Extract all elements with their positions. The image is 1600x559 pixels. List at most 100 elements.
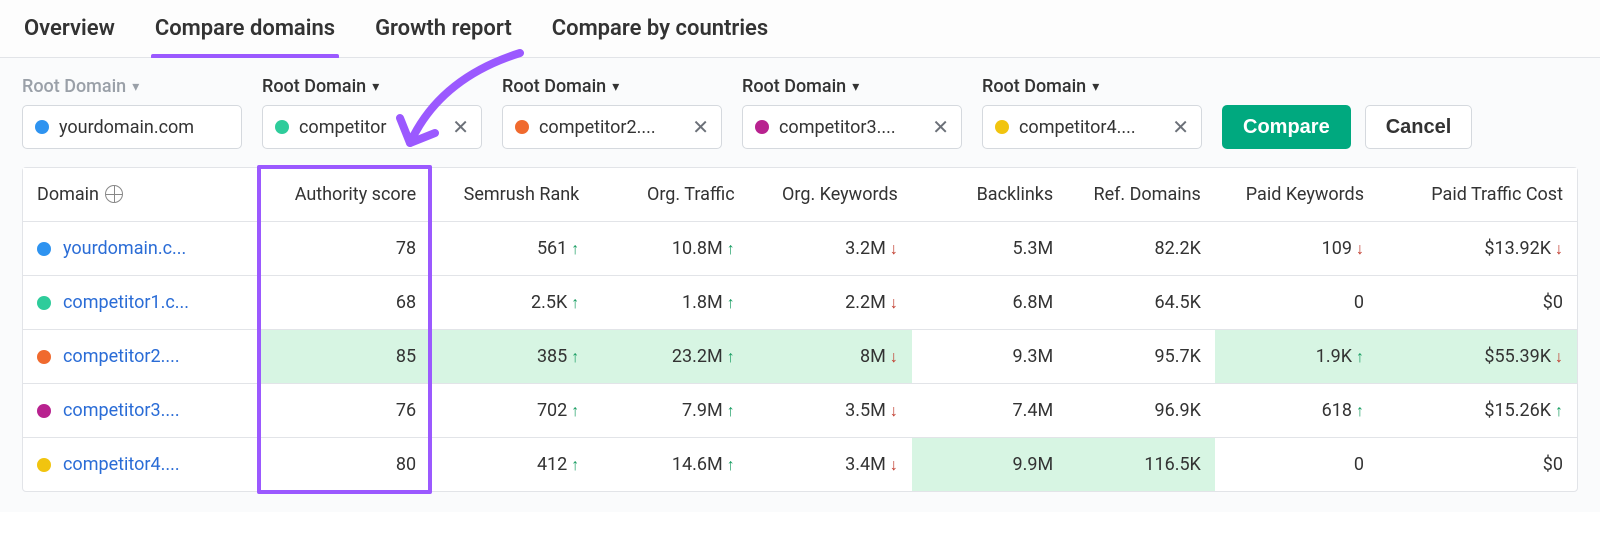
cell-paid_cost: $0: [1378, 438, 1577, 491]
cell-value: 7.4M: [1013, 400, 1054, 421]
arrow-down-icon: ↓: [890, 239, 898, 258]
col-header-org-keywords[interactable]: Org. Keywords: [749, 168, 912, 222]
domain-cell[interactable]: competitor1.c...: [23, 276, 259, 330]
root-domain-dropdown[interactable]: Root Domain▾: [22, 76, 242, 97]
domain-chip-2[interactable]: competitor2....✕: [502, 105, 722, 149]
tab-compare-by-countries[interactable]: Compare by countries: [550, 10, 770, 57]
filter-actions: Compare Cancel: [1222, 105, 1472, 149]
col-header-authority-score[interactable]: Authority score: [259, 168, 430, 222]
tab-growth-report[interactable]: Growth report: [373, 10, 514, 57]
cell-paid_kw: 0: [1215, 276, 1378, 330]
arrow-down-icon: ↓: [890, 293, 898, 312]
tab-compare-domains[interactable]: Compare domains: [153, 10, 337, 57]
cell-value: 3.5M: [845, 400, 886, 421]
close-icon[interactable]: ✕: [692, 117, 709, 137]
cell-traffic: 23.2M↑: [593, 330, 748, 384]
cell-value: 5.3M: [1013, 238, 1054, 259]
color-dot-icon: [515, 120, 529, 134]
col-header-domain[interactable]: Domain: [23, 168, 259, 222]
table-row: yourdomain.c...78561↑10.8M↑3.2M↓5.3M82.2…: [23, 222, 1577, 276]
cell-value: 618: [1322, 400, 1352, 421]
chevron-down-icon: ▾: [612, 79, 619, 95]
compare-button[interactable]: Compare: [1222, 105, 1351, 149]
cancel-button[interactable]: Cancel: [1365, 105, 1473, 149]
color-dot-icon: [37, 404, 51, 418]
cell-value: 2.5K: [531, 292, 567, 313]
table-row: competitor2....85385↑23.2M↑8M↓9.3M95.7K1…: [23, 330, 1577, 384]
cell-paid_kw: 109↓: [1215, 222, 1378, 276]
chevron-down-icon: ▾: [852, 79, 859, 95]
cell-value: 7.9M: [682, 400, 723, 421]
cell-value: $0: [1543, 292, 1563, 313]
domain-chip-0[interactable]: yourdomain.com: [22, 105, 242, 149]
cell-ref_domains: 116.5K: [1067, 438, 1215, 491]
root-domain-label: Root Domain: [502, 76, 606, 97]
domain-filter-col-3: Root Domain▾ competitor3....✕: [742, 76, 962, 149]
arrow-down-icon: ↓: [1555, 347, 1563, 366]
arrow-up-icon: ↑: [727, 347, 735, 366]
cell-value: 0: [1354, 454, 1364, 475]
close-icon[interactable]: ✕: [932, 117, 949, 137]
cell-value: $15.26K: [1484, 400, 1551, 421]
cell-ref_domains: 95.7K: [1067, 330, 1215, 384]
cell-value: 82.2K: [1154, 238, 1200, 259]
table-row: competitor4.... 80 412 ↑14.6M↑3.4M↓9.9M116.…: [23, 438, 1577, 491]
domain-chip-label: competitor4....: [1019, 117, 1162, 138]
cell-backlinks: 6.8M: [912, 276, 1067, 330]
arrow-up-icon: ↑: [1555, 401, 1563, 420]
cell-value: 14.6M: [672, 454, 723, 475]
domain-cell[interactable]: yourdomain.c...: [23, 222, 259, 276]
cell-value: 68: [396, 292, 416, 313]
arrow-down-icon: ↓: [890, 347, 898, 366]
domain-chip-1[interactable]: competitor✕: [262, 105, 482, 149]
color-dot-icon: [37, 296, 51, 310]
color-dot-icon: [37, 242, 51, 256]
cell-traffic: 7.9M↑: [593, 384, 748, 438]
cell-backlinks: 7.4M: [912, 384, 1067, 438]
col-header-backlinks[interactable]: Backlinks: [912, 168, 1067, 222]
cell-value: 85: [396, 346, 416, 367]
cell-traffic: 14.6M↑: [593, 438, 748, 491]
cell-authority: 68: [259, 276, 430, 330]
cell-value: 80: [396, 454, 416, 475]
cell-value: 412: [537, 454, 567, 475]
cell-rank: 702↑: [430, 384, 593, 438]
root-domain-dropdown[interactable]: Root Domain▾: [982, 76, 1202, 97]
arrow-down-icon: ↓: [1555, 239, 1563, 258]
root-domain-dropdown[interactable]: Root Domain▾: [262, 76, 482, 97]
color-dot-icon: [37, 458, 51, 472]
cell-value: 1.8M: [682, 292, 723, 313]
col-header-paid-keywords[interactable]: Paid Keywords: [1215, 168, 1378, 222]
col-header-ref-domains[interactable]: Ref. Domains: [1067, 168, 1215, 222]
root-domain-dropdown[interactable]: Root Domain▾: [742, 76, 962, 97]
cell-org_kw: 3.4M↓: [749, 438, 912, 491]
arrow-up-icon: ↑: [1356, 347, 1364, 366]
domain-name: competitor1.c...: [63, 292, 189, 313]
cell-value: 8M: [860, 346, 886, 367]
cell-backlinks: 9.9M: [912, 438, 1067, 491]
domain-name: competitor4....: [63, 454, 180, 475]
domain-chip-4[interactable]: competitor4.... ✕: [982, 105, 1202, 149]
cell-value: 64.5K: [1154, 292, 1200, 313]
root-domain-label: Root Domain: [22, 76, 126, 97]
root-domain-dropdown[interactable]: Root Domain ▾: [502, 76, 722, 97]
col-header-org-traffic[interactable]: Org. Traffic: [593, 168, 748, 222]
domain-cell[interactable]: competitor2....: [23, 330, 259, 384]
tab-overview[interactable]: Overview: [22, 10, 117, 57]
close-icon[interactable]: ✕: [452, 117, 469, 137]
domain-cell[interactable]: competitor3....: [23, 384, 259, 438]
col-header-paid-traffic-cost[interactable]: Paid Traffic Cost: [1378, 168, 1577, 222]
arrow-up-icon: ↑: [571, 293, 579, 312]
col-header-semrush-rank[interactable]: Semrush Rank: [430, 168, 593, 222]
close-icon[interactable]: ✕: [1172, 117, 1189, 137]
domain-cell[interactable]: competitor4....: [23, 438, 259, 491]
cell-value: 96.9K: [1154, 400, 1200, 421]
root-domain-label: Root Domain: [262, 76, 366, 97]
cell-org_kw: 8M↓: [749, 330, 912, 384]
arrow-up-icon: ↑: [727, 455, 735, 474]
cell-value: $13.92K: [1484, 238, 1551, 259]
domain-chip-3[interactable]: competitor3....✕: [742, 105, 962, 149]
cell-paid_cost: $15.26K↑: [1378, 384, 1577, 438]
cell-org_kw: 3.5M↓: [749, 384, 912, 438]
domain-filter-col-1: Root Domain▾ competitor✕: [262, 76, 482, 149]
